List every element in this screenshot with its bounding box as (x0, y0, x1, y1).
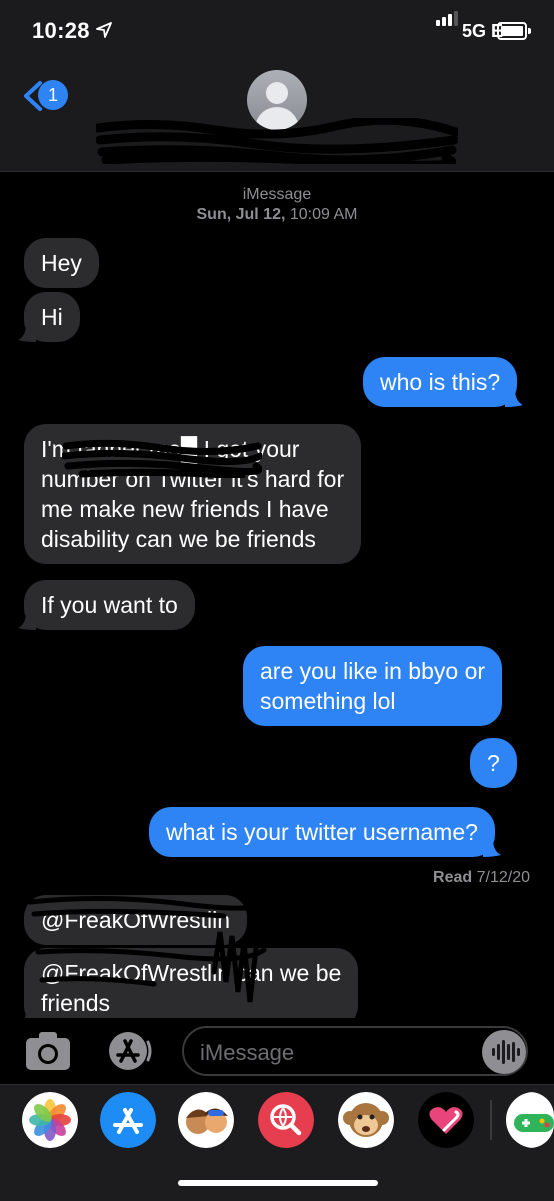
bubble-tail (482, 839, 501, 857)
timestamp-time: 10:09 AM (289, 206, 358, 223)
message-text: who is this? (380, 369, 501, 395)
message-text-line: I'm tanner mo█ I got your (41, 436, 300, 462)
camera-icon[interactable] (24, 1030, 72, 1072)
message-text-line: something lol (260, 688, 396, 714)
incoming-message-bubble[interactable]: If you want to (18, 580, 195, 630)
read-receipt: Read 7/12/20 (433, 869, 530, 887)
thread-timestamp: Sun, Jul 12, 10:09 AM (0, 206, 554, 224)
outgoing-message-bubble[interactable]: are you like in bbyo or something lol (243, 646, 503, 726)
incoming-message-bubble[interactable]: @FreakOfWrestlin (24, 895, 248, 945)
photos-app-icon[interactable] (22, 1092, 78, 1148)
audio-waveform-icon[interactable] (482, 1030, 526, 1074)
message-text: Hey (41, 250, 82, 276)
web-search-icon[interactable] (258, 1092, 314, 1148)
battery-icon (497, 22, 531, 40)
outgoing-message-bubble[interactable]: what is your twitter username? (149, 807, 501, 857)
incoming-message-bubble[interactable]: I'm tanner mo█ I got your number on Twit… (24, 424, 362, 564)
redacted-contact-name[interactable] (96, 118, 458, 164)
status-time: 10:28 (32, 18, 90, 43)
message-text-line: disability can we be friends (41, 526, 316, 552)
message-text: ? (487, 750, 500, 776)
outgoing-message-bubble[interactable]: who is this? (363, 357, 524, 407)
message-input-placeholder[interactable]: iMessage (200, 1040, 294, 1066)
message-text-line: are you like in bbyo or (260, 658, 486, 684)
digital-touch-icon[interactable] (418, 1092, 474, 1148)
incoming-message-bubble[interactable]: Hey (24, 238, 99, 288)
game-app-icon[interactable] (506, 1092, 554, 1148)
unread-count-badge[interactable]: 1 (38, 80, 68, 110)
location-arrow-icon (96, 22, 112, 38)
message-text: If you want to (41, 592, 178, 618)
home-indicator[interactable] (178, 1180, 378, 1186)
app-store-app-icon[interactable] (100, 1092, 156, 1148)
bubble-tail (18, 612, 36, 630)
bubble-tail (505, 389, 524, 407)
message-text-line: me make new friends I have (41, 496, 329, 522)
message-text-line: friends (41, 990, 111, 1016)
bubble-tail (18, 324, 36, 342)
incoming-message-bubble[interactable]: @FreakOfWrestlin can we be friends (18, 948, 359, 1028)
timestamp-day: Sun, Jul 12, (196, 206, 286, 223)
drawer-divider (490, 1100, 492, 1140)
outgoing-message-bubble[interactable]: ? (470, 738, 517, 788)
message-text-line: number on Twitter it's hard for (41, 466, 345, 492)
message-text: Hi (41, 304, 63, 330)
read-date: 7/12/20 (476, 869, 530, 886)
thread-service-label: iMessage (242, 186, 312, 203)
header-divider (0, 171, 554, 172)
status-bar: 10:28 5G E (0, 0, 554, 62)
message-text-line: @FreakOfWrestlin can we be (41, 960, 342, 986)
app-store-icon[interactable] (104, 1030, 154, 1072)
message-text: @FreakOfWrestlin (41, 907, 231, 933)
incoming-message-bubble[interactable]: Hi (18, 292, 80, 342)
message-text: what is your twitter username? (166, 819, 478, 845)
read-label: Read (433, 869, 473, 886)
memoji-stickers-icon[interactable] (178, 1092, 234, 1148)
animoji-icon[interactable] (338, 1092, 394, 1148)
